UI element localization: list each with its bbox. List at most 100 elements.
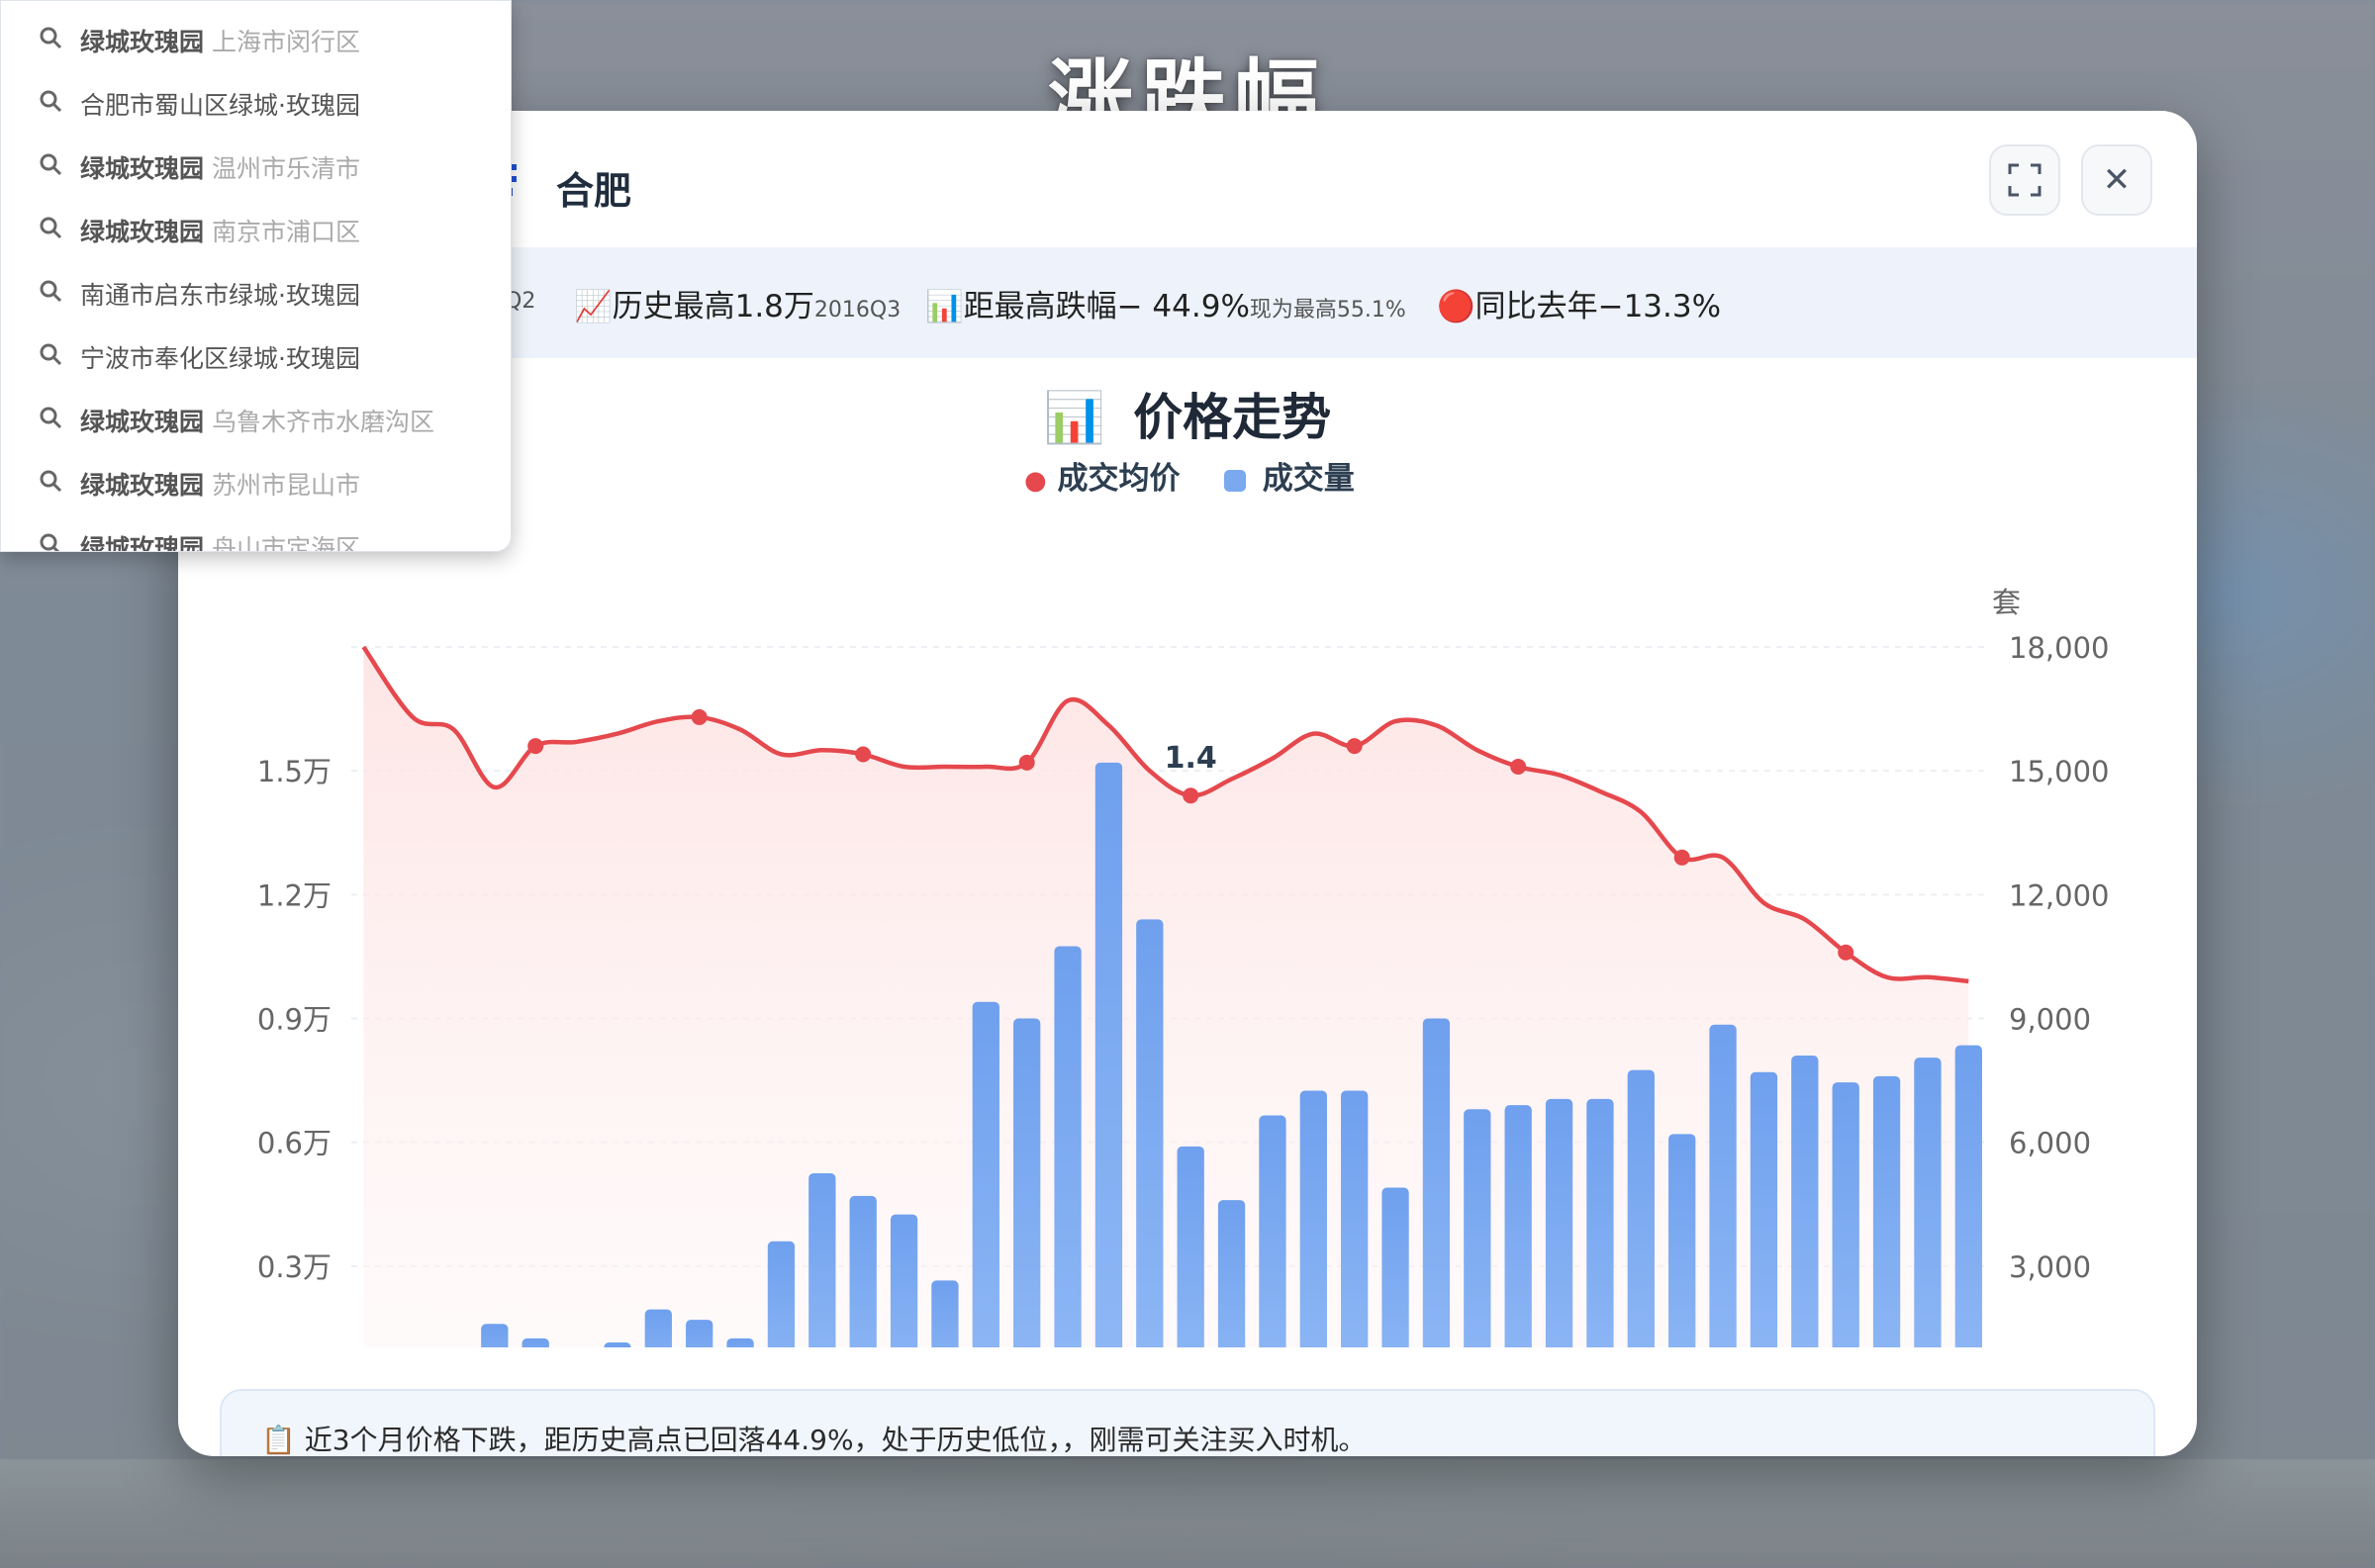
volume-bar[interactable]	[1832, 1082, 1859, 1347]
close-button[interactable]: ✕	[2081, 144, 2152, 216]
volume-bar[interactable]	[1422, 1018, 1451, 1348]
volume-bar[interactable]	[604, 1342, 631, 1347]
city-name: 合肥	[556, 169, 632, 213]
stat-high-period: 2016Q3	[813, 298, 902, 323]
suggestion-item[interactable]: 南通市启东市绿城·玫瑰园	[39, 274, 360, 314]
search-icon	[39, 406, 62, 435]
volume-bar[interactable]	[1750, 1071, 1778, 1347]
price-point[interactable]	[1510, 758, 1527, 775]
volume-bar[interactable]	[1668, 1134, 1696, 1347]
suggestion-name: 绿城玫瑰园	[80, 471, 205, 500]
price-point[interactable]	[691, 708, 708, 725]
volume-bar[interactable]	[522, 1337, 549, 1347]
stat-yoy-label: 同比去年−13.3%	[1474, 289, 1722, 324]
volume-bar[interactable]	[1586, 1098, 1614, 1347]
suggestion-item[interactable]: 绿城玫瑰园 舟山市定海区	[39, 527, 361, 552]
volume-bar[interactable]	[481, 1324, 509, 1347]
suggestion-location: 温州市乐清市	[212, 154, 361, 183]
right-axis-tick: 6,000	[2009, 1127, 2091, 1160]
stat-drop-label: 距最高跌幅− 44.9%	[963, 289, 1250, 324]
volume-bar[interactable]	[1054, 946, 1082, 1347]
price-point[interactable]	[1183, 787, 1199, 804]
right-axis-tick: 12,000	[2009, 878, 2109, 912]
volume-bar[interactable]	[1914, 1058, 1942, 1347]
price-point[interactable]	[527, 738, 544, 755]
volume-bar[interactable]	[1013, 1018, 1041, 1348]
suggestion-location: 舟山市定海区	[212, 534, 361, 552]
search-suggestions-dropdown: 绿城玫瑰园 上海市闵行区 合肥市蜀山区绿城·玫瑰园 绿城玫瑰园 温州市乐清市 绿城玫瑰园南…	[0, 0, 512, 552]
price-point[interactable]	[1838, 944, 1854, 961]
suggestion-name: 绿城玫瑰园	[80, 408, 205, 436]
volume-bar[interactable]	[767, 1241, 796, 1347]
stat-high-label: 历史最高1.8万	[612, 289, 814, 324]
right-axis-tick: 18,000	[2009, 631, 2109, 665]
volume-bar[interactable]	[1217, 1200, 1246, 1347]
volume-bar[interactable]	[1136, 919, 1164, 1347]
volume-bar[interactable]	[1341, 1090, 1369, 1347]
analysis-note: 📋 近3个月价格下跌，距历史高点已回落44.9%，处于历史低位，，刚需可关注买入…	[220, 1389, 2155, 1456]
volume-bar[interactable]	[849, 1195, 877, 1347]
bar-chart-icon: 📊	[925, 289, 964, 324]
search-icon	[39, 152, 62, 182]
volume-bar[interactable]	[1709, 1024, 1737, 1347]
suggestion-location: 乌鲁木齐市水磨沟区	[212, 408, 435, 436]
suggestion-name: 绿城玫瑰园	[80, 154, 205, 183]
volume-bar[interactable]	[972, 1001, 999, 1347]
search-icon	[39, 216, 62, 245]
stat-history-high: 📈历史最高1.8万2016Q3	[574, 281, 901, 325]
stat-yoy: 🔴同比去年−13.3%	[1437, 281, 1721, 325]
price-annotation: 1.4	[1165, 741, 1217, 776]
map-background-strip	[0, 1459, 2375, 1568]
suggestion-name: 南通市启东市绿城·玫瑰园	[80, 281, 360, 310]
price-point[interactable]	[1018, 754, 1035, 771]
clipboard-icon: 📋	[261, 1424, 296, 1456]
price-point[interactable]	[1346, 738, 1363, 755]
volume-bar[interactable]	[1299, 1090, 1327, 1347]
left-axis-tick: 0.9万	[257, 1003, 332, 1037]
volume-bar[interactable]	[1791, 1056, 1819, 1347]
right-axis-tick: 15,000	[2009, 755, 2109, 788]
volume-bar[interactable]	[686, 1320, 713, 1347]
volume-bar[interactable]	[1627, 1069, 1655, 1347]
volume-bar[interactable]	[931, 1280, 959, 1347]
volume-bar[interactable]	[726, 1337, 754, 1347]
search-icon	[39, 279, 62, 309]
volume-bar[interactable]	[1464, 1109, 1491, 1347]
suggestion-item[interactable]: 绿城玫瑰园 温州市乐清市	[39, 147, 360, 187]
stat-drop: 📊距最高跌幅− 44.9%现为最高55.1%	[925, 281, 1406, 325]
left-axis-tick: 1.5万	[257, 755, 332, 788]
expand-button[interactable]	[1989, 144, 2060, 216]
volume-bar[interactable]	[1381, 1187, 1409, 1347]
volume-bar[interactable]	[1545, 1098, 1573, 1347]
suggestion-name: 绿城玫瑰园	[80, 28, 205, 56]
volume-bar[interactable]	[890, 1214, 918, 1347]
suggestion-location: 上海市闵行区	[212, 28, 361, 56]
search-icon	[39, 342, 62, 372]
price-point[interactable]	[855, 746, 872, 763]
right-axis-tick: 9,000	[2009, 1003, 2091, 1037]
volume-bar[interactable]	[644, 1309, 672, 1347]
suggestion-item[interactable]: 绿城玫瑰园 乌鲁木齐市水磨沟区	[39, 401, 434, 440]
volume-bar[interactable]	[1954, 1045, 1982, 1347]
suggestion-item[interactable]: 合肥市蜀山区绿城·玫瑰园	[39, 84, 360, 124]
suggestion-item[interactable]: 绿城玫瑰园 苏州市昆山市	[39, 464, 360, 504]
volume-bar[interactable]	[808, 1172, 836, 1347]
search-icon	[39, 26, 62, 55]
volume-bar[interactable]	[1504, 1105, 1532, 1347]
volume-bar[interactable]	[1259, 1115, 1286, 1347]
suggestion-item[interactable]: 绿城玫瑰园 南京市浦口区	[39, 211, 360, 250]
suggestion-name: 绿城玫瑰园	[80, 218, 205, 246]
suggestion-location: 苏州市昆山市	[212, 471, 361, 500]
trend-up-icon: 📈	[574, 289, 613, 324]
volume-bar[interactable]	[1872, 1075, 1901, 1347]
price-point[interactable]	[1673, 849, 1690, 866]
volume-bar[interactable]	[1094, 762, 1123, 1347]
search-icon	[39, 89, 62, 119]
suggestion-item[interactable]: 绿城玫瑰园 上海市闵行区	[39, 21, 360, 60]
expand-icon	[2008, 163, 2042, 197]
right-axis-unit: 套	[1992, 586, 2021, 619]
suggestion-item[interactable]: 宁波市奉化区绿城·玫瑰园	[39, 337, 360, 377]
volume-bar[interactable]	[1177, 1146, 1204, 1347]
suggestion-name: 合肥市蜀山区绿城·玫瑰园	[80, 91, 360, 120]
suggestion-name: 绿城玫瑰园	[80, 534, 205, 552]
